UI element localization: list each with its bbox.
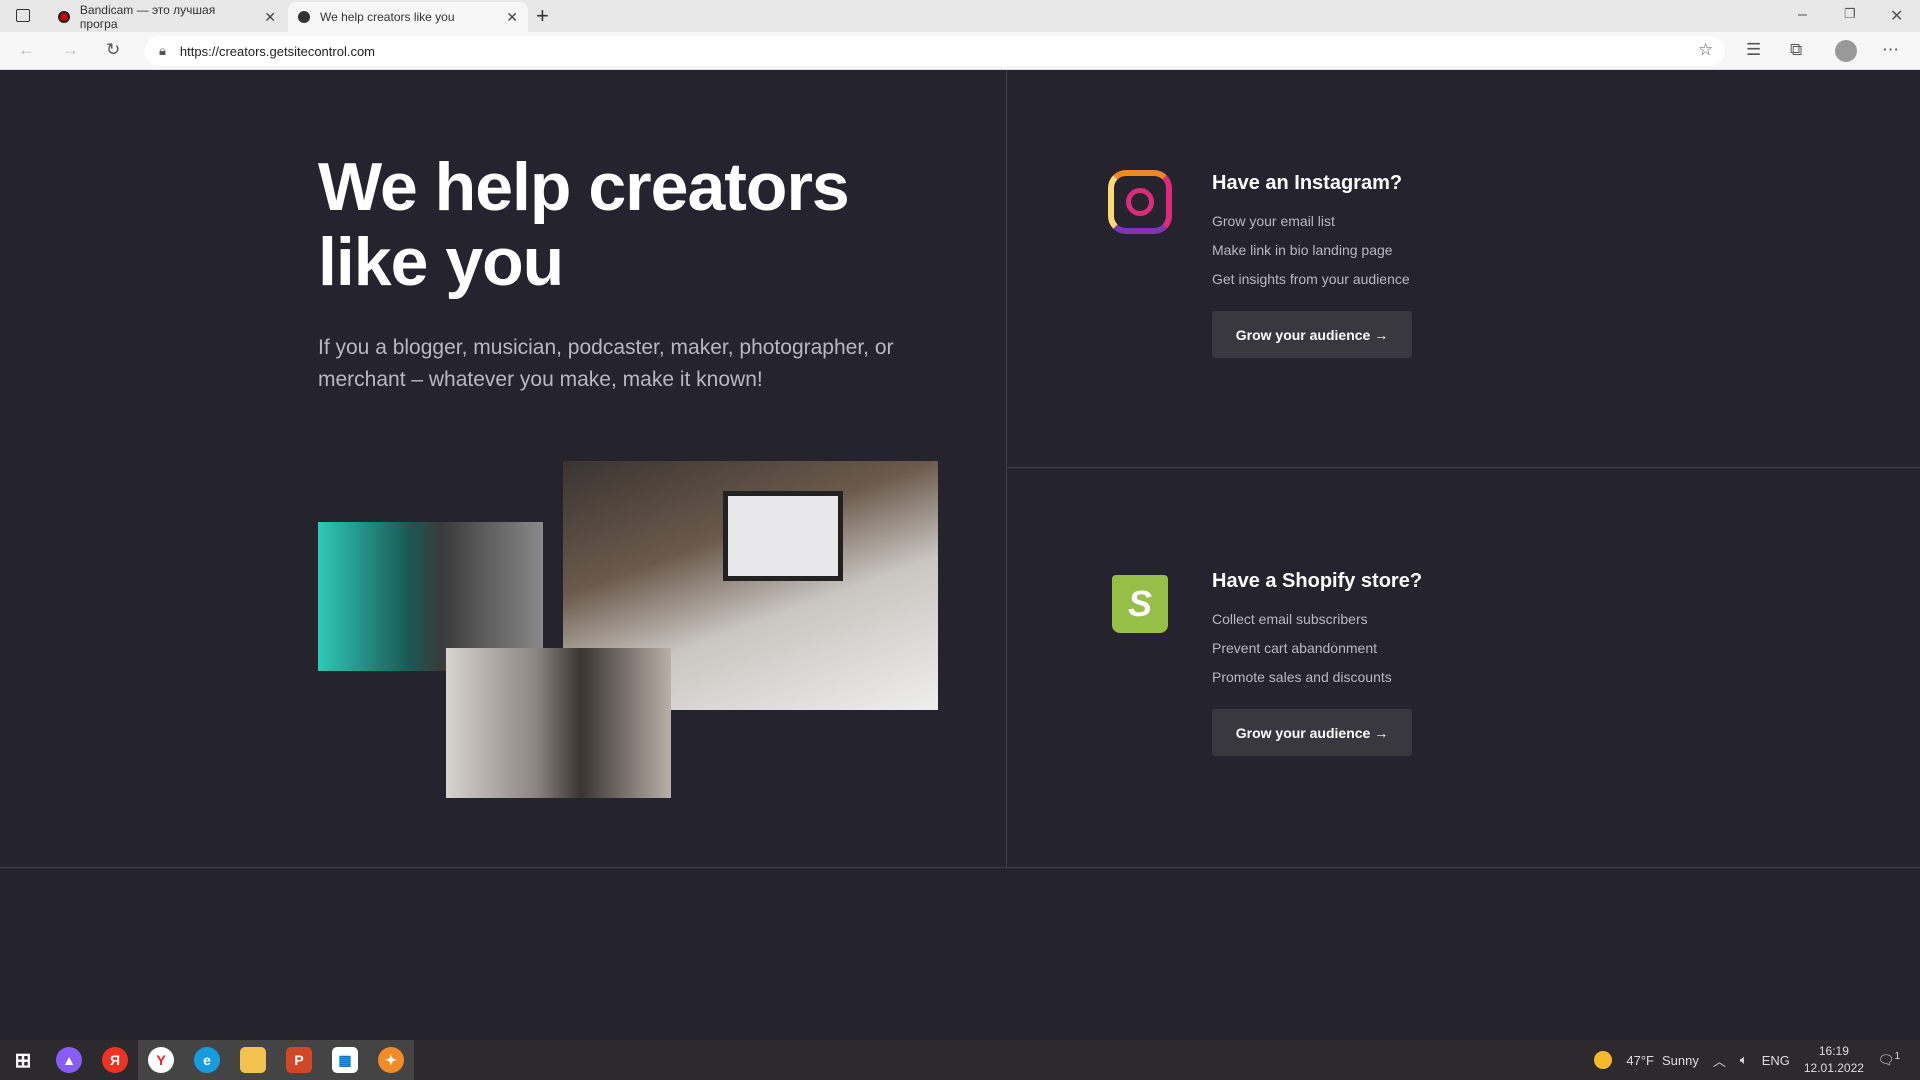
- divider: [0, 867, 1920, 868]
- weather-text[interactable]: Sunny: [1662, 1053, 1699, 1068]
- shopify-grow-audience-button[interactable]: Grow your audience →: [1212, 709, 1412, 756]
- powerpoint-icon[interactable]: P: [276, 1040, 322, 1080]
- alice-icon[interactable]: ▲: [46, 1040, 92, 1080]
- volume-icon[interactable]: 🔈︎: [1740, 1052, 1748, 1068]
- list-item: Make link in bio landing page: [1212, 242, 1393, 258]
- notification-count: 1: [1894, 1051, 1900, 1063]
- profile-avatar[interactable]: [1835, 40, 1857, 62]
- page-subtitle: If you a blogger, musician, podcaster, m…: [318, 336, 894, 391]
- close-tab-icon[interactable]: ✕: [264, 9, 276, 26]
- address-input[interactable]: 🔒︎ https://creators.getsitecontrol.com: [145, 36, 1725, 66]
- system-tray: 47°F Sunny ︿ 🔈︎ ENG 16:19 12.01.2022 🗨︎1: [1594, 1040, 1920, 1080]
- tab-title: We help creators like you: [320, 10, 455, 24]
- weather-temp[interactable]: 47°F: [1626, 1053, 1654, 1068]
- instagram-grow-audience-button[interactable]: Grow your audience →: [1212, 311, 1412, 358]
- app-icon[interactable]: ✦: [368, 1040, 414, 1080]
- new-tab-button[interactable]: +: [536, 3, 549, 29]
- address-bar-row: ← → ↻ 🔒︎ https://creators.getsitecontrol…: [0, 32, 1920, 70]
- bandicam-icon: [58, 11, 70, 23]
- more-menu-icon[interactable]: ⋯: [1882, 40, 1899, 60]
- page-title: We help creators like you: [318, 149, 850, 300]
- list-item: Prevent cart abandonment: [1212, 640, 1377, 656]
- list-item: Grow your email list: [1212, 213, 1335, 229]
- instagram-icon: [1108, 170, 1172, 234]
- photo-creator-camera: [446, 648, 671, 798]
- notifications-icon[interactable]: 🗨︎1: [1878, 1051, 1900, 1068]
- divider: [1006, 70, 1007, 867]
- yandex-icon[interactable]: Я: [92, 1040, 138, 1080]
- yandex-browser-icon[interactable]: Y: [138, 1040, 184, 1080]
- favorite-star-icon[interactable]: ☆: [1698, 40, 1713, 60]
- edge-icon[interactable]: e: [184, 1040, 230, 1080]
- tab-creators[interactable]: We help creators like you ✕: [288, 2, 528, 32]
- shopify-card-title: Have a Shopify store?: [1212, 570, 1423, 592]
- divider: [1007, 467, 1920, 468]
- restore-button[interactable]: ❐: [1844, 6, 1856, 22]
- site-icon: [298, 11, 310, 23]
- weather-sun-icon[interactable]: [1594, 1051, 1613, 1069]
- language-indicator[interactable]: ENG: [1762, 1053, 1790, 1068]
- url-text: https://creators.getsitecontrol.com: [179, 43, 376, 59]
- back-icon[interactable]: ←: [18, 40, 35, 60]
- shopify-icon: S: [1112, 575, 1168, 633]
- favorites-icon[interactable]: ☰: [1746, 40, 1761, 60]
- tab-bandicam[interactable]: Bandicam — это лучшая програ ✕: [48, 2, 286, 32]
- close-window-button[interactable]: ✕: [1890, 6, 1903, 26]
- forward-icon[interactable]: →: [62, 40, 79, 60]
- page-content: We help creators like you If you a blogg…: [0, 70, 1920, 1040]
- clock[interactable]: 16:19 12.01.2022: [1804, 1043, 1864, 1077]
- minimize-button[interactable]: –: [1798, 6, 1807, 24]
- list-item: Promote sales and discounts: [1212, 669, 1392, 685]
- instagram-card-title: Have an Instagram?: [1212, 172, 1403, 194]
- chevron-up-icon[interactable]: ︿: [1713, 1051, 1726, 1070]
- collections-icon[interactable]: ⧉: [1790, 40, 1802, 60]
- time: 16:19: [1818, 1044, 1849, 1058]
- tab-actions-icon[interactable]: [16, 9, 30, 22]
- list-item: Collect email subscribers: [1212, 611, 1368, 627]
- tab-title: Bandicam — это лучшая програ: [79, 3, 216, 31]
- close-tab-icon[interactable]: ✕: [506, 9, 518, 26]
- date: 12.01.2022: [1803, 1061, 1864, 1075]
- store-icon[interactable]: ▦: [322, 1040, 368, 1080]
- list-item: Get insights from your audience: [1212, 271, 1410, 287]
- start-button[interactable]: ⊞: [0, 1040, 46, 1080]
- taskbar: ⊞ ▲ Я Y e P ▦ ✦ 47°F Sunny ︿ 🔈︎ ENG 16:1…: [0, 1040, 1920, 1080]
- lock-icon: 🔒︎: [159, 43, 166, 58]
- tab-bar: Bandicam — это лучшая програ ✕ We help c…: [0, 0, 1920, 32]
- monitor: [723, 491, 843, 581]
- reload-icon[interactable]: ↻: [106, 40, 120, 60]
- file-explorer-icon[interactable]: [230, 1040, 276, 1080]
